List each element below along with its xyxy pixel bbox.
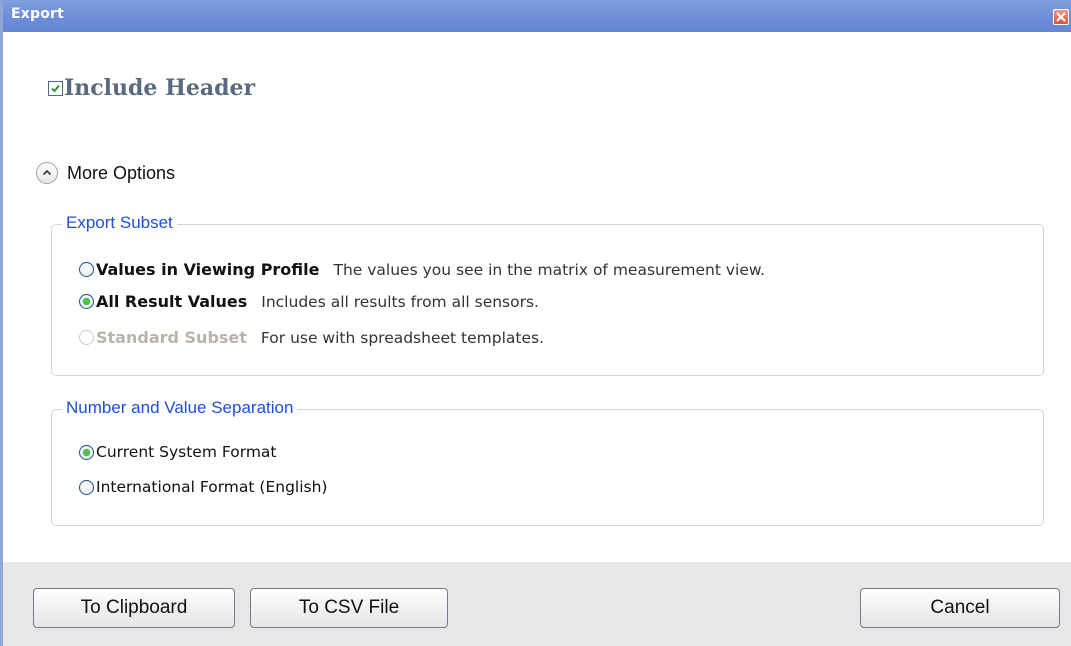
button-bar: To Clipboard To CSV File Cancel bbox=[3, 562, 1071, 646]
option-description: Includes all results from all sensors. bbox=[261, 292, 539, 311]
include-header-label[interactable]: Include Header bbox=[64, 75, 255, 101]
cancel-button[interactable]: Cancel bbox=[860, 588, 1060, 628]
radio-all-result-values[interactable]: All Result Values Includes all results f… bbox=[79, 292, 539, 311]
radio-button[interactable] bbox=[79, 294, 94, 309]
radio-values-in-viewing-profile[interactable]: Values in Viewing Profile The values you… bbox=[79, 260, 765, 279]
radio-international-format[interactable]: International Format (English) bbox=[79, 478, 327, 496]
number-separation-group: Number and Value Separation Current Syst… bbox=[51, 398, 1044, 526]
option-label[interactable]: All Result Values bbox=[96, 292, 247, 311]
collapse-button[interactable] bbox=[36, 162, 58, 184]
radio-current-system-format[interactable]: Current System Format bbox=[79, 443, 277, 461]
option-label[interactable]: Values in Viewing Profile bbox=[96, 260, 320, 279]
checkbox[interactable] bbox=[48, 80, 63, 96]
option-label: Standard Subset bbox=[96, 328, 247, 347]
option-label[interactable]: Current System Format bbox=[96, 443, 277, 461]
close-button[interactable] bbox=[1053, 9, 1069, 25]
radio-button[interactable] bbox=[79, 444, 94, 460]
group-title: Number and Value Separation bbox=[62, 398, 298, 418]
group-title: Export Subset bbox=[62, 213, 177, 233]
option-description: The values you see in the matrix of meas… bbox=[333, 260, 766, 279]
radio-button[interactable] bbox=[79, 262, 94, 277]
radio-standard-subset: Standard Subset For use with spreadsheet… bbox=[79, 328, 544, 347]
option-label[interactable]: International Format (English) bbox=[96, 478, 327, 496]
title-bar[interactable]: Export bbox=[3, 0, 1071, 32]
more-options-label[interactable]: More Options bbox=[67, 163, 175, 184]
radio-button[interactable] bbox=[79, 479, 94, 495]
to-clipboard-button[interactable]: To Clipboard bbox=[33, 588, 235, 628]
radio-button bbox=[79, 330, 94, 345]
include-header-checkbox[interactable]: Include Header bbox=[48, 75, 255, 101]
window-title: Export bbox=[11, 6, 65, 22]
option-description: For use with spreadsheet templates. bbox=[260, 328, 545, 347]
to-csv-file-button[interactable]: To CSV File bbox=[250, 588, 448, 628]
more-options-toggle[interactable]: More Options bbox=[36, 162, 175, 184]
export-subset-group: Export Subset Values in Viewing Profile … bbox=[51, 213, 1044, 376]
export-dialog: Export Include Header More Options Expor… bbox=[0, 0, 1071, 646]
